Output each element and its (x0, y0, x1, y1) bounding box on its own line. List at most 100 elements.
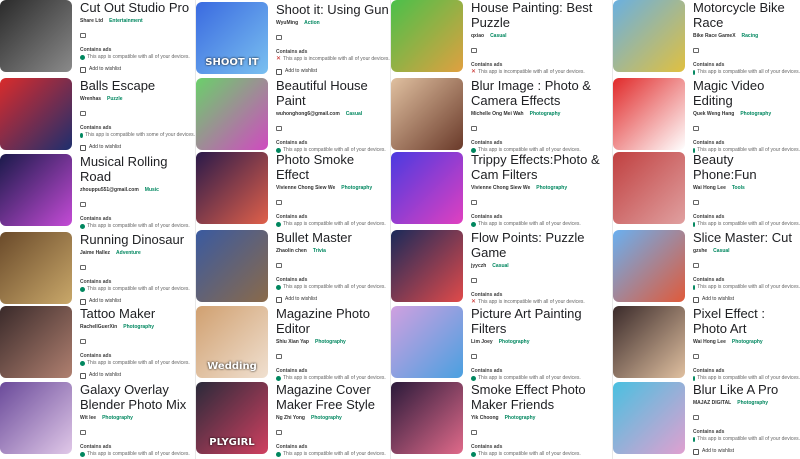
app-icon[interactable] (613, 78, 685, 150)
developer-link[interactable]: Yik Choong (471, 415, 499, 422)
app-card[interactable]: Picture Art Painting Filters Lim Joey Phot… (391, 306, 612, 382)
app-title[interactable]: Smoke Effect Photo Maker Friends (471, 382, 612, 412)
app-icon[interactable] (0, 78, 72, 150)
category-link[interactable]: Casual (713, 248, 729, 255)
category-link[interactable]: Photography (740, 111, 771, 118)
add-to-wishlist-button[interactable]: Add to wishlist (80, 66, 195, 73)
app-icon[interactable] (0, 306, 72, 378)
app-card[interactable]: Balls Escape Wrenhas Puzzle Contains ads Thi… (0, 78, 195, 154)
app-card[interactable]: SHOOT IT Shoot it: Using Gun WyuMing Action… (196, 2, 390, 78)
app-title[interactable]: Magazine Photo Editor (276, 306, 390, 336)
category-link[interactable]: Adventure (116, 250, 141, 257)
developer-link[interactable]: MAJAZ DIGITAL (693, 400, 731, 407)
app-icon[interactable] (0, 0, 72, 72)
app-title[interactable]: Shoot it: Using Gun (276, 2, 390, 17)
app-card[interactable]: Motorcycle Bike Race Bike Race GameX Racin… (613, 0, 800, 76)
category-link[interactable]: Photography (737, 400, 768, 407)
app-icon[interactable] (391, 230, 463, 302)
category-link[interactable]: Music (145, 187, 159, 194)
category-link[interactable]: Tools (732, 185, 745, 192)
app-title[interactable]: Picture Art Painting Filters (471, 306, 612, 336)
app-title[interactable]: Magic Video Editing (693, 78, 800, 108)
app-title[interactable]: Magazine Cover Maker Free Style (276, 382, 390, 412)
app-icon[interactable]: SHOOT IT (196, 2, 268, 74)
app-icon[interactable] (613, 306, 685, 378)
app-card[interactable]: House Painting: Best Puzzle qxiao Casual Co… (391, 0, 612, 76)
app-card[interactable]: Slice Master: Cut gzshe Casual Contains ads… (613, 230, 800, 306)
category-link[interactable]: Photography (123, 324, 154, 331)
app-title[interactable]: Tattoo Maker (80, 306, 195, 321)
app-icon[interactable] (613, 0, 685, 72)
app-card[interactable]: PLYGIRL Magazine Cover Maker Free Style Ng… (196, 382, 390, 458)
app-title[interactable]: Running Dinosaur (80, 232, 195, 247)
app-icon[interactable] (391, 0, 463, 72)
developer-link[interactable]: Quek Weng Hang (693, 111, 734, 118)
developer-link[interactable]: Michelle Ong Mei Wah (471, 111, 524, 118)
developer-link[interactable]: Wai Hong Lee (693, 339, 726, 346)
app-card[interactable]: Musical Rolling Road zhouppu551@gmail.com… (0, 154, 195, 230)
app-icon[interactable] (391, 78, 463, 150)
app-icon[interactable] (0, 154, 72, 226)
add-to-wishlist-button[interactable]: Add to wishlist (80, 372, 195, 379)
category-link[interactable]: Casual (490, 33, 506, 40)
app-title[interactable]: Flow Points: Puzzle Game (471, 230, 612, 260)
app-icon[interactable] (196, 152, 268, 224)
app-card[interactable]: Running Dinosaur Jaime Hallez Adventure Con… (0, 232, 195, 308)
category-link[interactable]: Photography (311, 415, 342, 422)
app-title[interactable]: Beautiful House Paint (276, 78, 390, 108)
app-card[interactable]: Beautiful House Paint wuhonghong6@gmail.c… (196, 78, 390, 154)
developer-link[interactable]: Zhaolin chen (276, 248, 307, 255)
developer-link[interactable]: qxiao (471, 33, 484, 40)
app-title[interactable]: Galaxy Overlay Blender Photo Mix (80, 382, 195, 412)
developer-link[interactable]: wuhonghong6@gmail.com (276, 111, 340, 118)
developer-link[interactable]: Vivienne Chong Siew We (471, 185, 530, 192)
app-title[interactable]: Pixel Effect : Photo Art (693, 306, 800, 336)
developer-link[interactable]: Share Ltd (80, 18, 103, 25)
app-icon[interactable] (391, 382, 463, 454)
app-icon[interactable]: Wedding (196, 306, 268, 378)
app-card[interactable]: Magic Video Editing Quek Weng Hang Photogr… (613, 78, 800, 154)
add-to-wishlist-button[interactable]: Add to wishlist (80, 144, 195, 151)
category-link[interactable]: Racing (742, 33, 759, 40)
app-title[interactable]: Motorcycle Bike Race (693, 0, 800, 30)
app-title[interactable]: House Painting: Best Puzzle (471, 0, 612, 30)
app-card[interactable]: Blur Image : Photo & Camera Effects Miche… (391, 78, 612, 154)
app-card[interactable]: Smoke Effect Photo Maker Friends Yik Choo… (391, 382, 612, 458)
category-link[interactable]: Photography (732, 339, 763, 346)
category-link[interactable]: Puzzle (107, 96, 123, 103)
app-title[interactable]: Blur Image : Photo & Camera Effects (471, 78, 612, 108)
add-to-wishlist-button[interactable]: Add to wishlist (693, 448, 800, 455)
app-card[interactable]: Beauty Phone:Fun Wai Hong Lee Tools Contain… (613, 152, 800, 228)
category-link[interactable]: Photography (499, 339, 530, 346)
app-icon[interactable] (0, 382, 72, 454)
app-card[interactable]: Photo Smoke Effect Vivienne Chong Siew We… (196, 152, 390, 228)
developer-link[interactable]: Wai Hong Lee (693, 185, 726, 192)
category-link[interactable]: Photography (102, 415, 133, 422)
category-link[interactable]: Entertainment (109, 18, 143, 25)
developer-link[interactable]: Vivienne Chong Siew We (276, 185, 335, 192)
app-icon[interactable] (391, 152, 463, 224)
app-icon[interactable]: PLYGIRL (196, 382, 268, 454)
category-link[interactable]: Casual (492, 263, 508, 270)
category-link[interactable]: Action (304, 20, 320, 27)
add-to-wishlist-button[interactable]: Add to wishlist (693, 296, 800, 303)
developer-link[interactable]: jyyczh (471, 263, 486, 270)
app-icon[interactable] (613, 382, 685, 454)
category-link[interactable]: Photography (530, 111, 561, 118)
developer-link[interactable]: Bike Race GameX (693, 33, 736, 40)
app-title[interactable]: Musical Rolling Road (80, 154, 195, 184)
app-card[interactable]: Blur Like A Pro MAJAZ DIGITAL Photography C… (613, 382, 800, 458)
app-icon[interactable] (613, 230, 685, 302)
app-icon[interactable] (613, 152, 685, 224)
developer-link[interactable]: WyuMing (276, 20, 298, 27)
developer-link[interactable]: zhouppu551@gmail.com (80, 187, 139, 194)
developer-link[interactable]: Shiu Xian Yap (276, 339, 309, 346)
app-title[interactable]: Bullet Master (276, 230, 390, 245)
developer-link[interactable]: gzshe (693, 248, 707, 255)
add-to-wishlist-button[interactable]: Add to wishlist (276, 296, 390, 303)
app-title[interactable]: Blur Like A Pro (693, 382, 800, 397)
app-icon[interactable] (196, 230, 268, 302)
app-title[interactable]: Photo Smoke Effect (276, 152, 390, 182)
app-card[interactable]: Pixel Effect : Photo Art Wai Hong Lee Phot… (613, 306, 800, 382)
developer-link[interactable]: Ng Zhi Yong (276, 415, 305, 422)
